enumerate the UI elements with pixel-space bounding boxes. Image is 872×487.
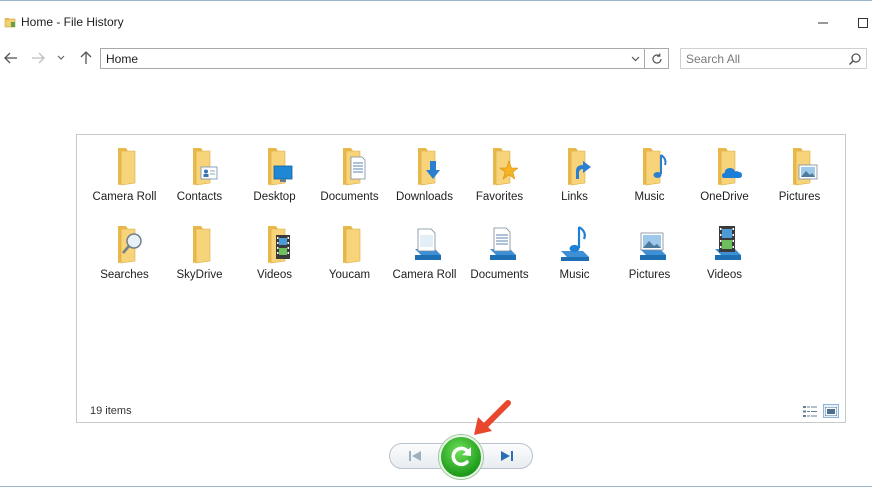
- title-bar: Home - File History: [0, 1, 872, 41]
- back-button[interactable]: [2, 47, 20, 69]
- refresh-icon: [651, 53, 662, 64]
- list-item[interactable]: Videos: [237, 223, 312, 282]
- music-folder-icon: [642, 148, 666, 186]
- camera-roll-library-icon: [414, 228, 441, 260]
- list-item[interactable]: OneDrive: [687, 145, 762, 204]
- documents-library-icon: [489, 227, 516, 260]
- contacts-folder-icon: [192, 148, 217, 186]
- next-version-icon: [501, 451, 513, 461]
- address-bar[interactable]: Home: [100, 48, 645, 69]
- restore-button[interactable]: [439, 435, 483, 479]
- file-list-pane: Camera Roll Contacts Desktop Documents D…: [76, 134, 846, 423]
- folder-icon: [117, 148, 135, 186]
- refresh-button[interactable]: [645, 48, 669, 69]
- item-label: Pictures: [778, 191, 821, 203]
- pictures-library-icon: [639, 232, 666, 260]
- up-button[interactable]: [77, 47, 95, 69]
- item-label: SkyDrive: [176, 269, 223, 281]
- previous-version-button[interactable]: [404, 445, 426, 467]
- item-label: Music: [559, 269, 590, 281]
- item-label: Favorites: [475, 191, 524, 203]
- address-value: Home: [106, 51, 139, 66]
- folder-icon: [192, 226, 210, 264]
- list-item[interactable]: Camera Roll: [387, 223, 462, 282]
- list-item[interactable]: Music: [612, 145, 687, 204]
- list-item[interactable]: Videos: [687, 223, 762, 282]
- address-dropdown-button[interactable]: [628, 51, 642, 66]
- desktop-folder-icon: [267, 148, 292, 186]
- large-icons-view-button[interactable]: [823, 404, 839, 418]
- item-label: Camera Roll: [92, 191, 157, 203]
- searches-folder-icon: [117, 226, 142, 264]
- favorites-folder-icon: [492, 148, 518, 186]
- list-item[interactable]: Downloads: [387, 145, 462, 204]
- annotation-arrow: [472, 397, 514, 439]
- search-input[interactable]: [686, 51, 836, 66]
- pictures-folder-icon: [792, 148, 817, 186]
- list-item[interactable]: Contacts: [162, 145, 237, 204]
- item-label: Videos: [707, 269, 742, 281]
- links-folder-icon: [567, 148, 591, 186]
- details-view-icon: [803, 405, 817, 417]
- chevron-down-icon: [57, 55, 65, 60]
- large-icons-view-icon: [825, 406, 837, 416]
- list-item[interactable]: Documents: [312, 145, 387, 204]
- list-item[interactable]: SkyDrive: [162, 223, 237, 282]
- item-label: Desktop: [253, 191, 296, 203]
- list-item[interactable]: Youcam: [312, 223, 387, 282]
- list-item[interactable]: Camera Roll: [87, 145, 162, 204]
- previous-version-icon: [409, 451, 421, 461]
- details-view-button[interactable]: [802, 404, 818, 418]
- item-count: 19 items: [90, 405, 132, 417]
- item-label: Links: [561, 191, 588, 203]
- music-library-icon: [560, 226, 589, 261]
- item-label: Documents: [470, 269, 529, 281]
- chevron-down-icon: [631, 56, 639, 61]
- list-item[interactable]: Music: [537, 223, 612, 282]
- documents-folder-icon: [342, 148, 365, 186]
- list-item[interactable]: Searches: [87, 223, 162, 282]
- up-arrow-icon: [80, 51, 92, 64]
- list-item[interactable]: Pictures: [762, 145, 837, 204]
- list-item[interactable]: Documents: [462, 223, 537, 282]
- next-version-button[interactable]: [496, 445, 518, 467]
- list-item[interactable]: Links: [537, 145, 612, 204]
- item-label: Videos: [257, 269, 292, 281]
- file-history-folder-icon: [4, 16, 16, 28]
- minimize-button[interactable]: [808, 11, 838, 35]
- back-arrow-icon: [4, 52, 17, 64]
- onedrive-folder-icon: [717, 148, 742, 186]
- item-label: Pictures: [628, 269, 671, 281]
- downloads-folder-icon: [417, 148, 440, 186]
- list-item[interactable]: Desktop: [237, 145, 312, 204]
- item-label: Camera Roll: [392, 269, 457, 281]
- forward-button[interactable]: [29, 47, 47, 69]
- item-label: Contacts: [176, 191, 223, 203]
- item-label: Music: [634, 191, 665, 203]
- item-label: Documents: [320, 191, 379, 203]
- videos-folder-icon: [267, 226, 290, 264]
- item-label: Searches: [100, 269, 149, 281]
- recent-locations-button[interactable]: [52, 47, 70, 69]
- navigation-bar: Home: [0, 45, 872, 71]
- list-item[interactable]: Pictures: [612, 223, 687, 282]
- window-title: Home - File History: [21, 15, 124, 29]
- red-arrow-icon: [474, 400, 511, 435]
- search-icon[interactable]: [848, 52, 862, 66]
- file-history-window: Home - File History Home Search All Came…: [0, 0, 872, 487]
- list-item[interactable]: Favorites: [462, 145, 537, 204]
- forward-arrow-icon: [32, 52, 45, 64]
- restore-icon: [451, 446, 471, 467]
- item-label: Youcam: [328, 269, 371, 281]
- item-label: OneDrive: [700, 191, 749, 203]
- folder-icon: [342, 226, 360, 264]
- videos-library-icon: [714, 226, 741, 260]
- search-box[interactable]: [680, 48, 867, 69]
- item-label: Downloads: [396, 191, 453, 203]
- maximize-button[interactable]: [848, 11, 872, 35]
